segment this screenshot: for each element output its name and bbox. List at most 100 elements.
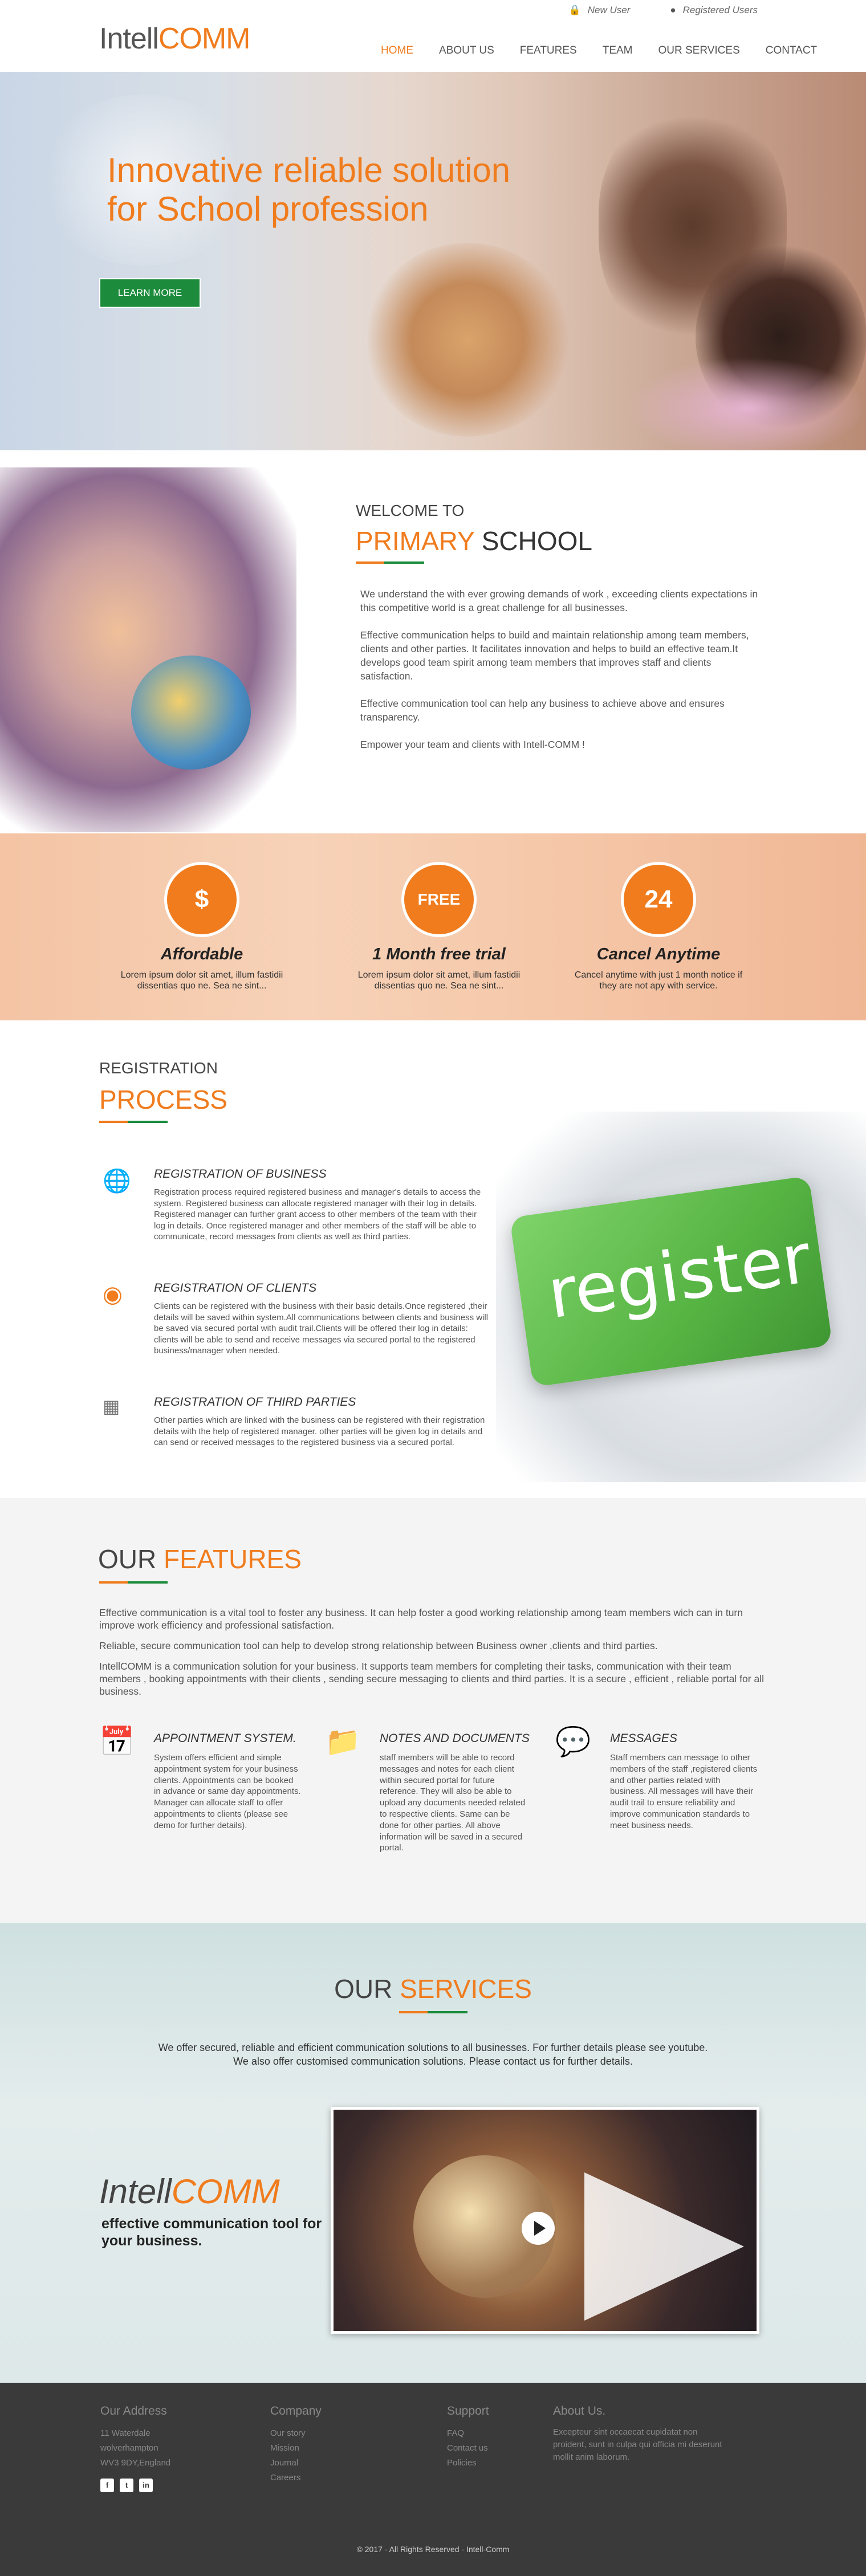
welcome-underline-green bbox=[384, 561, 424, 564]
nav-team[interactable]: TEAM bbox=[603, 44, 633, 57]
benefit-title: Affordable bbox=[160, 945, 243, 963]
registration-item-title: REGISTRATION OF BUSINESS bbox=[154, 1167, 327, 1181]
footer-about-text: Excepteur sint occaecat cupidatat non pr… bbox=[553, 2427, 722, 2462]
play-icon[interactable] bbox=[522, 2212, 555, 2245]
benefit-title: 1 Month free trial bbox=[372, 945, 506, 963]
features-title-plain: OUR bbox=[98, 1544, 164, 1574]
registration-underline-green bbox=[128, 1121, 168, 1123]
user-icon: ◉ bbox=[103, 1282, 123, 1307]
registration-clients: ◉ REGISTRATION OF CLIENTS Clients can be… bbox=[99, 1281, 489, 1384]
learn-more-button[interactable]: LEARN MORE bbox=[99, 278, 201, 308]
footer-about: About Us. Excepteur sint occaecat cupida… bbox=[553, 2404, 724, 2464]
benefit-desc: Lorem ipsum dolor sit amet, illum fastid… bbox=[357, 970, 521, 991]
nav-features[interactable]: FEATURES bbox=[520, 44, 577, 57]
footer-link-mission[interactable]: Mission bbox=[270, 2441, 322, 2456]
features-underline-orange bbox=[99, 1581, 128, 1584]
user-icon: ● bbox=[670, 5, 676, 15]
feature-messages: 💬 MESSAGES Staff members can message to … bbox=[555, 1725, 761, 1867]
feature-title: MESSAGES bbox=[610, 1732, 677, 1745]
services-logo-accent: COMM bbox=[171, 2172, 280, 2211]
page: IntellCOMM 🔒 New User ● Registered Users H… bbox=[0, 0, 866, 2576]
services-title: OUR SERVICES bbox=[0, 1973, 866, 2004]
features-title: OUR FEATURES bbox=[98, 1544, 302, 1574]
registration-item-title: REGISTRATION OF THIRD PARTIES bbox=[154, 1395, 356, 1409]
benefit-cancel-anytime: 24 Cancel Anytime Cancel anytime with ju… bbox=[556, 833, 761, 991]
feature-desc: staff members will be able to record mes… bbox=[380, 1753, 526, 1853]
twitter-icon[interactable]: t bbox=[120, 2479, 133, 2492]
feature-notes-documents: 📁 NOTES AND DOCUMENTS staff members will… bbox=[325, 1725, 530, 1885]
features-paragraph: Reliable, secure communication tool can … bbox=[99, 1640, 658, 1651]
footer-heading: About Us. bbox=[553, 2404, 606, 2418]
features-paragraph: Effective communication is a vital tool … bbox=[99, 1607, 743, 1631]
footer-link-careers[interactable]: Careers bbox=[270, 2471, 322, 2485]
features-title-accent: FEATURES bbox=[164, 1544, 302, 1574]
footer-heading: Our Address bbox=[100, 2404, 167, 2418]
welcome-paragraph: Effective communication tool can help an… bbox=[360, 698, 725, 723]
clock-24-icon: 24 bbox=[621, 862, 696, 937]
nav-our-services[interactable]: OUR SERVICES bbox=[658, 44, 740, 57]
nav-about-us[interactable]: ABOUT US bbox=[439, 44, 494, 57]
globe-users-icon: 🌐 bbox=[103, 1169, 131, 1194]
services-underline-orange bbox=[399, 2011, 428, 2013]
welcome-title: PRIMARY SCHOOL bbox=[356, 526, 592, 556]
feature-appointment-system: 📅 APPOINTMENT SYSTEM. System offers effi… bbox=[99, 1725, 304, 1867]
footer-address-line: wolverhampton bbox=[100, 2443, 158, 2453]
features-paragraph: IntellCOMM is a communication solution f… bbox=[99, 1661, 764, 1697]
lock-icon: 🔒 bbox=[568, 5, 581, 15]
footer-link-faq[interactable]: FAQ bbox=[447, 2426, 489, 2441]
main-nav: HOME ABOUT US FEATURES TEAM OUR SERVICES… bbox=[381, 44, 843, 57]
footer-support: Support FAQ Contact us Policies bbox=[447, 2404, 489, 2471]
services-line: We offer secured, reliable and efficient… bbox=[158, 2042, 708, 2053]
registered-users-link[interactable]: ● Registered Users bbox=[670, 5, 758, 16]
benefit-desc: Lorem ipsum dolor sit amet, illum fastid… bbox=[120, 970, 283, 991]
feature-desc: System offers efficient and simple appoi… bbox=[154, 1753, 301, 1830]
nav-home[interactable]: HOME bbox=[381, 44, 413, 57]
hero-title: Innovative reliable solution for School … bbox=[107, 151, 575, 229]
calendar-icon: 📅 bbox=[99, 1726, 135, 1757]
new-user-link[interactable]: 🔒 New User bbox=[569, 5, 631, 16]
top-links: 🔒 New User ● Registered Users bbox=[569, 5, 758, 16]
welcome-paragraph: Empower your team and clients with Intel… bbox=[360, 739, 585, 750]
services-line: We also offer customised communication s… bbox=[233, 2056, 633, 2067]
welcome-paragraph: We understand the with ever growing dema… bbox=[360, 588, 758, 613]
org-chart-icon: ▦ bbox=[103, 1396, 120, 1417]
registration-third-parties: ▦ REGISTRATION OF THIRD PARTIES Other pa… bbox=[99, 1395, 487, 1475]
registration-item-desc: Clients can be registered with the busin… bbox=[154, 1301, 489, 1356]
dollar-icon: $ bbox=[164, 862, 239, 937]
tablet-image bbox=[584, 2172, 744, 2321]
services-title-accent: SERVICES bbox=[400, 1974, 532, 2004]
registration-item-desc: Registration process required registered… bbox=[154, 1187, 481, 1242]
hero-photo-shirt bbox=[627, 357, 866, 450]
globe-image bbox=[131, 656, 251, 770]
facebook-icon[interactable]: f bbox=[100, 2479, 114, 2492]
footer-heading: Support bbox=[447, 2404, 489, 2418]
services-title-plain: OUR bbox=[334, 1974, 400, 2004]
registered-users-label: Registered Users bbox=[682, 5, 758, 15]
welcome-title-accent: PRIMARY bbox=[356, 526, 474, 556]
site-logo[interactable]: IntellCOMM bbox=[99, 22, 250, 56]
benefits-band: $ Affordable Lorem ipsum dolor sit amet,… bbox=[0, 833, 866, 1020]
footer-link-policies[interactable]: Policies bbox=[447, 2456, 489, 2471]
nav-contact[interactable]: CONTACT bbox=[766, 44, 817, 57]
hero-photo-child bbox=[365, 243, 570, 437]
footer-link-contact-us[interactable]: Contact us bbox=[447, 2441, 489, 2456]
registration-item-desc: Other parties which are linked with the … bbox=[154, 1415, 485, 1447]
footer-address-line: 11 Waterdale bbox=[100, 2428, 151, 2438]
chat-icon: 💬 bbox=[555, 1726, 591, 1757]
social-links: f t in bbox=[100, 2479, 170, 2492]
welcome-paragraph: Effective communication helps to build a… bbox=[360, 629, 749, 682]
benefit-affordable: $ Affordable Lorem ipsum dolor sit amet,… bbox=[99, 833, 304, 991]
footer-address-line: WV3 9DY,England bbox=[100, 2458, 171, 2468]
services-text: We offer secured, reliable and efficient… bbox=[0, 2041, 866, 2068]
instagram-icon[interactable]: in bbox=[139, 2479, 153, 2492]
feature-title: APPOINTMENT SYSTEM. bbox=[154, 1732, 296, 1745]
free-tag-icon: FREE bbox=[401, 862, 477, 937]
footer-link-journal[interactable]: Journal bbox=[270, 2456, 322, 2471]
services-logo: IntellCOMM bbox=[99, 2172, 280, 2211]
welcome-photo bbox=[0, 467, 296, 832]
registration-business: 🌐 REGISTRATION OF BUSINESS Registration … bbox=[99, 1167, 487, 1270]
logo-accent-text: COMM bbox=[158, 22, 251, 55]
footer-link-our-story[interactable]: Our story bbox=[270, 2426, 322, 2441]
welcome-text: We understand the with ever growing dema… bbox=[360, 587, 759, 765]
feature-title: NOTES AND DOCUMENTS bbox=[380, 1732, 530, 1745]
